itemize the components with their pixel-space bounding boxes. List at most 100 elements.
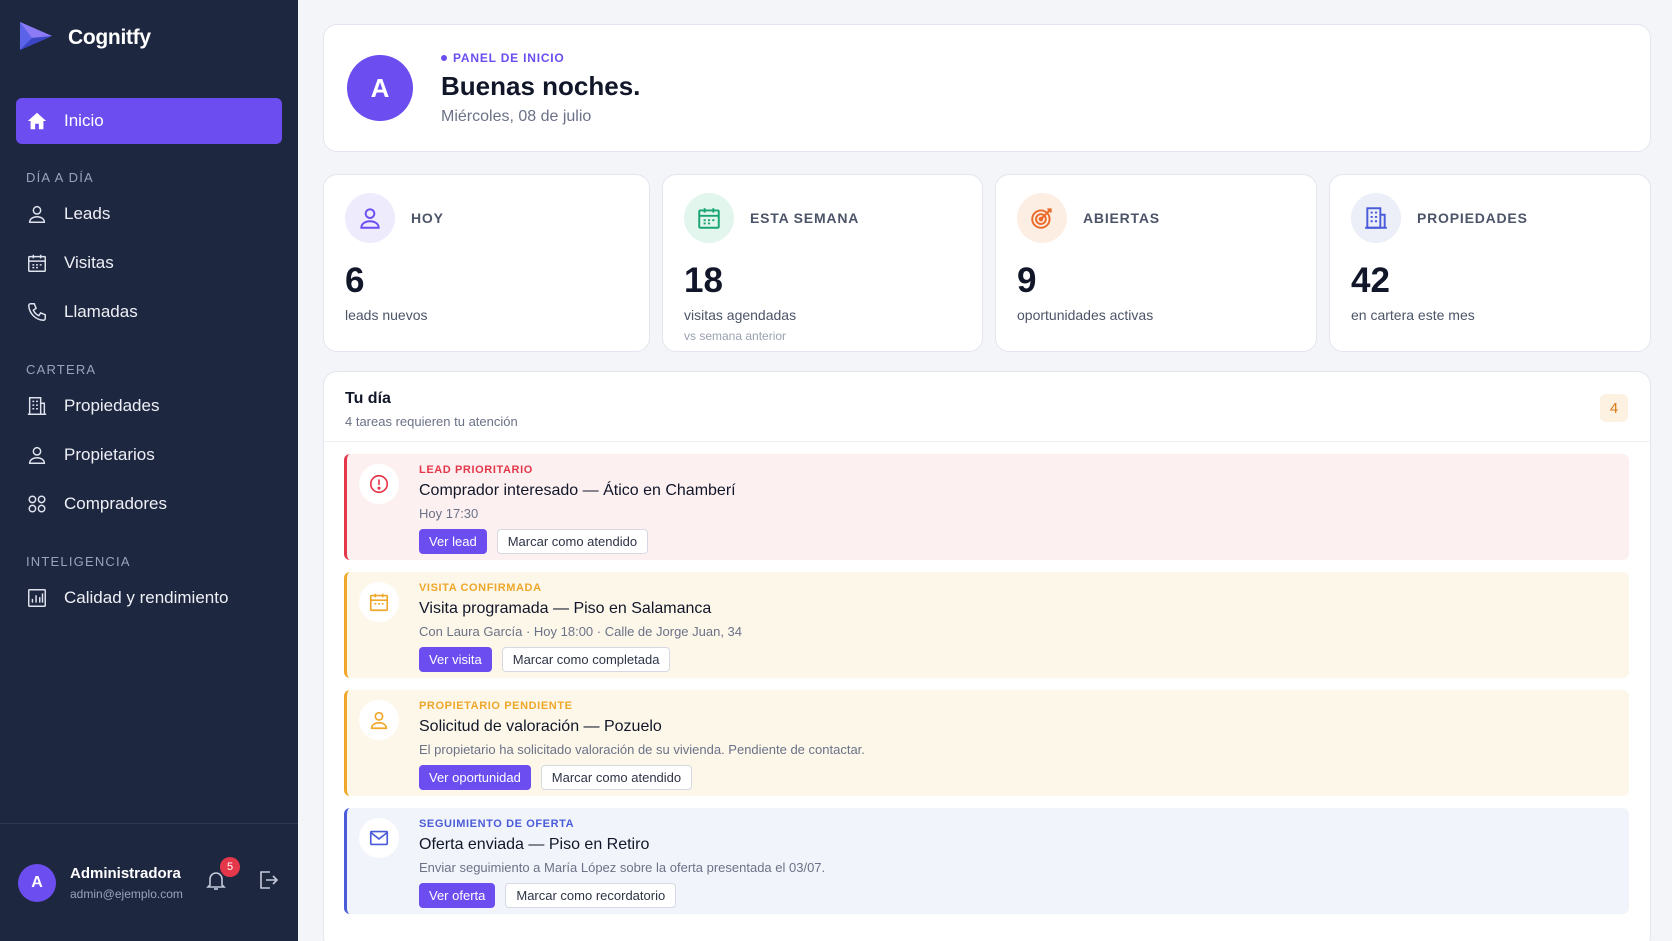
dot-icon (441, 54, 447, 61)
sidebar-item-propietarios[interactable]: Propietarios (0, 430, 298, 479)
view-lead-button[interactable]: Ver lead (419, 529, 487, 554)
task-body: SEGUIMIENTO DE OFERTA Oferta enviada — P… (419, 818, 1617, 908)
task-title: Oferta enviada — Piso en Retiro (419, 836, 650, 853)
sidebar-item-label: Compradores (64, 493, 167, 513)
tasks-title: Tu día (345, 390, 391, 407)
view-opportunity-button[interactable]: Ver oportunidad (419, 765, 531, 790)
stat-value: 9 (1017, 261, 1037, 300)
brand-logo-icon (20, 22, 52, 50)
task-actions: Ver oportunidad Marcar como atendido (419, 765, 1617, 790)
task-item: PROPIETARIO PENDIENTE Solicitud de valor… (344, 690, 1629, 796)
sidebar-item-calidad[interactable]: Calidad y rendimiento (0, 573, 298, 622)
sidebar-item-compradores[interactable]: Compradores (0, 479, 298, 528)
stat-card-abiertas[interactable]: ABIERTAS 9 oportunidades activas (995, 174, 1317, 352)
task-actions: Ver lead Marcar como atendido (419, 529, 1617, 554)
users-icon (26, 493, 48, 515)
notification-badge: 5 (220, 857, 240, 877)
stat-desc: en cartera este mes (1351, 307, 1475, 323)
task-tag: LEAD PRIORITARIO (419, 464, 533, 476)
user-email: admin@ejemplo.com (70, 886, 183, 901)
task-meta: Con Laura García · Hoy 18:00 · Calle de … (419, 624, 743, 639)
chart-icon (26, 587, 48, 609)
task-item: LEAD PRIORITARIO Comprador interesado — … (344, 454, 1629, 560)
task-meta: El propietario ha solicitado valoración … (419, 742, 865, 757)
user-icon (26, 203, 48, 225)
stat-head: HOY (345, 193, 628, 243)
phone-icon (26, 301, 48, 323)
sidebar-item-label: Visitas (64, 252, 114, 272)
stat-value: 18 (684, 261, 723, 300)
sidebar-item-leads[interactable]: Leads (0, 189, 298, 238)
sidebar-item-inicio[interactable]: Inicio (16, 98, 282, 144)
stat-value: 6 (345, 261, 365, 300)
home-icon (26, 110, 48, 132)
stat-label: ESTA SEMANA (750, 210, 860, 226)
brand[interactable]: Cognitfy (0, 0, 298, 76)
task-title: Visita programada — Piso en Salamanca (419, 600, 712, 617)
sidebar-item-visitas[interactable]: Visitas (0, 238, 298, 287)
user-icon (26, 444, 48, 466)
main-content: A PANEL DE INICIO Buenas noches. Miércol… (298, 0, 1672, 941)
task-body: VISITA CONFIRMADA Visita programada — Pi… (419, 582, 1617, 672)
sidebar-item-label: Propiedades (64, 395, 160, 415)
avatar[interactable]: A (18, 863, 56, 902)
mark-attended-button[interactable]: Marcar como atendido (496, 529, 649, 554)
sidebar-item-propiedades[interactable]: Propiedades (0, 381, 298, 430)
tasks-count-badge: 4 (1600, 394, 1628, 422)
stat-head: PROPIEDADES (1351, 193, 1629, 243)
sidebar-item-llamadas[interactable]: Llamadas (0, 287, 298, 336)
stats-row: HOY 6 leads nuevos ESTA SEMANA 18 visita… (323, 174, 1651, 352)
sidebar-footer: A Administradora admin@ejemplo.com 5 (0, 823, 298, 941)
mark-attended-button[interactable]: Marcar como atendido (540, 765, 693, 790)
section-label-inteligencia: INTELIGENCIA (26, 554, 131, 569)
building-icon (1351, 193, 1401, 243)
task-tag: SEGUIMIENTO DE OFERTA (419, 818, 575, 830)
task-meta: Hoy 17:30 (419, 506, 479, 521)
stat-desc: leads nuevos (345, 307, 428, 323)
stat-card-semana[interactable]: ESTA SEMANA 18 visitas agendadas vs sema… (662, 174, 983, 352)
mail-icon (359, 818, 399, 858)
tasks-card: Tu día 4 tareas requieren tu atención 4 … (323, 371, 1651, 941)
current-date: Miércoles, 08 de julio (441, 107, 592, 125)
sidebar-item-label: Propietarios (64, 444, 155, 464)
task-title: Solicitud de valoración — Pozuelo (419, 718, 662, 735)
logout-icon[interactable] (256, 868, 280, 892)
stat-label: ABIERTAS (1083, 210, 1160, 226)
stat-sub: vs semana anterior (684, 329, 787, 343)
task-actions: Ver oferta Marcar como recordatorio (419, 883, 1617, 908)
mark-reminder-button[interactable]: Marcar como recordatorio (505, 883, 677, 908)
task-body: PROPIETARIO PENDIENTE Solicitud de valor… (419, 700, 1617, 790)
stat-desc: oportunidades activas (1017, 307, 1154, 323)
target-icon (1017, 193, 1067, 243)
stat-card-hoy[interactable]: HOY 6 leads nuevos (323, 174, 650, 352)
sidebar: Cognitfy Inicio DÍA A DÍA Leads Visitas … (0, 0, 298, 941)
brand-name: Cognitfy (68, 26, 151, 49)
avatar: A (347, 55, 413, 121)
calendar-icon (684, 193, 734, 243)
view-offer-button[interactable]: Ver oferta (419, 883, 496, 908)
sidebar-item-label: Inicio (64, 111, 104, 130)
task-item: SEGUIMIENTO DE OFERTA Oferta enviada — P… (344, 808, 1629, 914)
page-title: Buenas noches. (441, 70, 641, 101)
stat-desc: visitas agendadas (684, 307, 797, 323)
stat-value: 42 (1351, 261, 1390, 300)
task-body: LEAD PRIORITARIO Comprador interesado — … (419, 464, 1617, 554)
stat-card-propiedades[interactable]: PROPIEDADES 42 en cartera este mes (1329, 174, 1651, 352)
calendar-icon (26, 252, 48, 274)
task-meta: Enviar seguimiento a María López sobre l… (419, 860, 826, 875)
user-name: Administradora (70, 864, 181, 882)
hero-card: A PANEL DE INICIO Buenas noches. Miércol… (323, 24, 1651, 152)
view-visit-button[interactable]: Ver visita (419, 647, 492, 672)
section-label-cartera: CARTERA (26, 362, 97, 377)
user-icon (359, 700, 399, 740)
hero-text: PANEL DE INICIO Buenas noches. Miércoles… (441, 51, 640, 126)
mark-completed-button[interactable]: Marcar como completada (501, 647, 671, 672)
user-block: Administradora admin@ejemplo.com (70, 865, 183, 901)
stat-head: ESTA SEMANA (684, 193, 961, 243)
tasks-subtitle: 4 tareas requieren tu atención (345, 414, 518, 429)
sidebar-item-label: Calidad y rendimiento (64, 587, 229, 607)
tasks-header: Tu día 4 tareas requieren tu atención 4 (324, 372, 1650, 442)
alert-icon (359, 464, 399, 504)
eyebrow-label: PANEL DE INICIO (453, 50, 565, 65)
section-label-dia-a-dia: DÍA A DÍA (26, 170, 94, 185)
